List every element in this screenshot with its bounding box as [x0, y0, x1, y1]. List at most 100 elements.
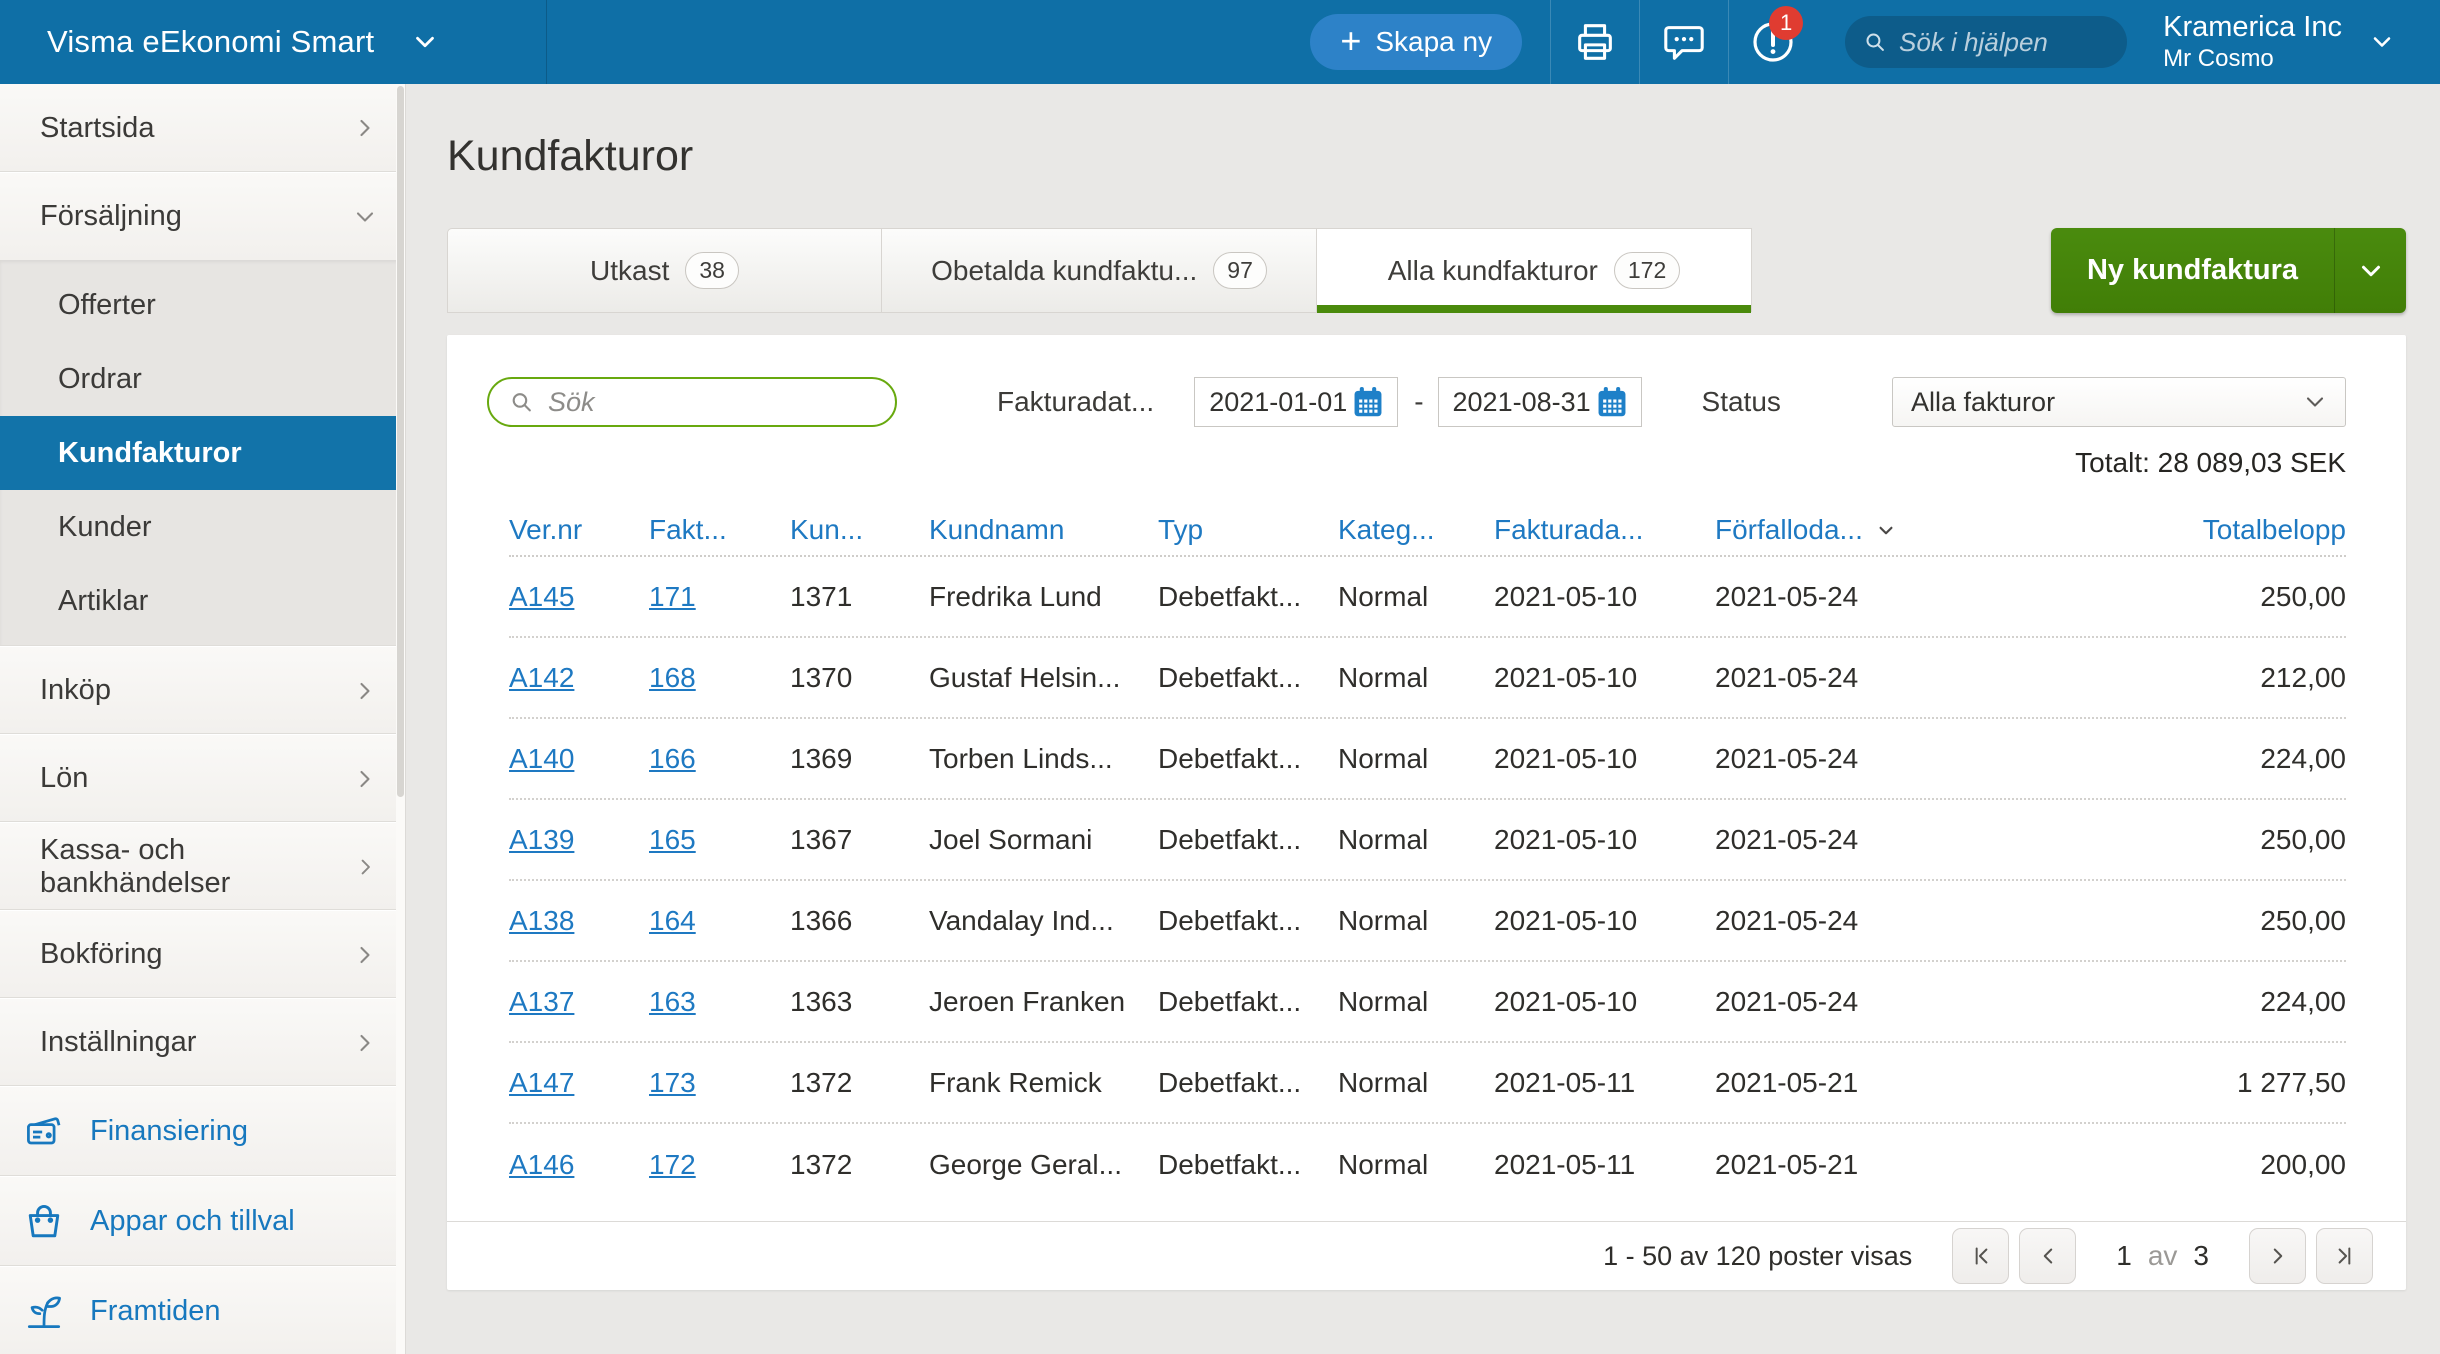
invoice-date: 2021-05-11 — [1494, 1149, 1715, 1181]
total-amount: 224,00 — [1940, 986, 2346, 1018]
table-row[interactable]: A146 172 1372 George Geral... Debetfakt.… — [509, 1124, 2346, 1205]
customer-number: 1369 — [790, 743, 929, 775]
pagination-forward-group — [2249, 1228, 2373, 1284]
verification-link[interactable]: A142 — [509, 662, 649, 694]
invoice-number-link[interactable]: 164 — [649, 905, 790, 937]
sidebar-item-framtiden[interactable]: Framtiden — [0, 1266, 405, 1354]
credit-cards-icon — [22, 1110, 66, 1154]
date-to-calendar-button[interactable] — [1593, 383, 1631, 421]
column-header-kategori[interactable]: Kateg... — [1338, 514, 1494, 546]
verification-link[interactable]: A140 — [509, 743, 649, 775]
date-from-calendar-button[interactable] — [1349, 383, 1387, 421]
sidebar-item-startsida[interactable]: Startsida — [0, 84, 405, 172]
sidebar-item-lon[interactable]: Lön — [0, 734, 405, 822]
app-switcher[interactable]: Visma eEkonomi Smart — [0, 0, 547, 84]
chevron-down-icon — [351, 203, 379, 231]
date-to-input[interactable] — [1453, 387, 1593, 418]
verification-link[interactable]: A138 — [509, 905, 649, 937]
new-invoice-dropdown[interactable] — [2334, 228, 2406, 313]
sidebar-item-forsaljning[interactable]: Försäljning — [0, 172, 405, 260]
sidebar-item-kassa-och-bankhandelser[interactable]: Kassa- och bankhändelser — [0, 822, 405, 910]
sidebar-item-label: Försäljning — [40, 200, 182, 233]
verification-link[interactable]: A147 — [509, 1067, 649, 1099]
invoice-number-link[interactable]: 171 — [649, 581, 790, 613]
table-row[interactable]: A142 168 1370 Gustaf Helsin... Debetfakt… — [509, 638, 2346, 719]
tab-alla-kundfakturor[interactable]: Alla kundfakturor 172 — [1317, 228, 1752, 313]
invoice-number-link[interactable]: 166 — [649, 743, 790, 775]
verification-link[interactable]: A139 — [509, 824, 649, 856]
column-header-vernr[interactable]: Ver.nr — [509, 514, 649, 546]
table-row[interactable]: A147 173 1372 Frank Remick Debetfakt... … — [509, 1043, 2346, 1124]
column-label: Totalbelopp — [2203, 514, 2346, 546]
scrollbar-thumb[interactable] — [397, 86, 404, 797]
column-header-fakturadatum[interactable]: Fakturada... — [1494, 514, 1715, 546]
previous-page-button[interactable] — [2019, 1228, 2076, 1284]
create-new-label: Skapa ny — [1375, 26, 1492, 58]
invoice-number-link[interactable]: 163 — [649, 986, 790, 1018]
print-button[interactable] — [1551, 0, 1639, 84]
help-search-input[interactable] — [1899, 27, 2109, 58]
table-row[interactable]: A140 166 1369 Torben Linds... Debetfakt.… — [509, 719, 2346, 800]
invoice-number-link[interactable]: 168 — [649, 662, 790, 694]
create-new-button[interactable]: + Skapa ny — [1310, 14, 1522, 70]
sidebar-scrollbar[interactable] — [396, 84, 405, 1354]
date-from-input[interactable] — [1209, 387, 1349, 418]
sidebar-item-kundfakturor[interactable]: Kundfakturor — [0, 416, 405, 490]
customer-number: 1372 — [790, 1149, 929, 1181]
table-row[interactable]: A138 164 1366 Vandalay Ind... Debetfakt.… — [509, 881, 2346, 962]
column-label: Kun... — [790, 514, 863, 546]
chevron-right-icon — [2265, 1243, 2291, 1269]
sidebar-item-finansiering[interactable]: Finansiering — [0, 1086, 405, 1176]
column-header-faktnr[interactable]: Fakt... — [649, 514, 790, 546]
table-row[interactable]: A137 163 1363 Jeroen Franken Debetfakt..… — [509, 962, 2346, 1043]
invoice-type: Debetfakt... — [1158, 581, 1338, 613]
sidebar-item-offerter[interactable]: Offerter — [0, 268, 405, 342]
invoice-date: 2021-05-10 — [1494, 662, 1715, 694]
total-amount: 224,00 — [1940, 743, 2346, 775]
first-page-button[interactable] — [1952, 1228, 2009, 1284]
total-amount: 200,00 — [1940, 1149, 2346, 1181]
sidebar-item-artiklar[interactable]: Artiklar — [0, 564, 405, 638]
invoice-category: Normal — [1338, 1067, 1494, 1099]
verification-link[interactable]: A145 — [509, 581, 649, 613]
sidebar-item-inkop[interactable]: Inköp — [0, 646, 405, 734]
filter-row: Fakturadat... — [487, 377, 2346, 427]
sidebar-item-kunder[interactable]: Kunder — [0, 490, 405, 564]
verification-link[interactable]: A146 — [509, 1149, 649, 1181]
notifications-button[interactable]: 1 — [1729, 0, 1817, 84]
account-menu[interactable]: Kramerica Inc Mr Cosmo — [2163, 10, 2396, 74]
due-date: 2021-05-24 — [1715, 905, 1940, 937]
new-invoice-button[interactable]: Ny kundfaktura — [2051, 228, 2406, 313]
tab-count-badge: 38 — [685, 252, 739, 290]
sidebar-item-installningar[interactable]: Inställningar — [0, 998, 405, 1086]
current-page[interactable]: 1 — [2116, 1240, 2132, 1272]
chat-button[interactable] — [1640, 0, 1728, 84]
sidebar-item-appar-och-tillval[interactable]: Appar och tillval — [0, 1176, 405, 1266]
column-header-totalbelopp[interactable]: Totalbelopp — [1940, 514, 2346, 546]
table-search-input[interactable] — [548, 387, 875, 418]
sidebar-item-bokforing[interactable]: Bokföring — [0, 910, 405, 998]
tab-obetalda-kundfakturor[interactable]: Obetalda kundfaktu... 97 — [882, 228, 1317, 313]
sidebar-item-ordrar[interactable]: Ordrar — [0, 342, 405, 416]
tab-utkast[interactable]: Utkast 38 — [447, 228, 882, 313]
topbar-actions: + Skapa ny — [1310, 0, 2440, 84]
invoice-number-link[interactable]: 172 — [649, 1149, 790, 1181]
column-header-kundnr[interactable]: Kun... — [790, 514, 929, 546]
invoice-number-link[interactable]: 165 — [649, 824, 790, 856]
table-row[interactable]: A145 171 1371 Fredrika Lund Debetfakt...… — [509, 557, 2346, 638]
date-range-separator: - — [1414, 386, 1423, 418]
verification-link[interactable]: A137 — [509, 986, 649, 1018]
chevron-down-icon — [2356, 256, 2386, 286]
last-page-button[interactable] — [2316, 1228, 2373, 1284]
invoice-number-link[interactable]: 173 — [649, 1067, 790, 1099]
last-page-icon — [2332, 1243, 2358, 1269]
next-page-button[interactable] — [2249, 1228, 2306, 1284]
invoice-type: Debetfakt... — [1158, 905, 1338, 937]
column-header-forfallodatum[interactable]: Förfalloda... — [1715, 514, 1940, 546]
column-header-kundnamn[interactable]: Kundnamn — [929, 514, 1158, 546]
status-select[interactable]: Alla fakturor — [1892, 377, 2346, 427]
column-header-typ[interactable]: Typ — [1158, 514, 1338, 546]
table-row[interactable]: A139 165 1367 Joel Sormani Debetfakt... … — [509, 800, 2346, 881]
customer-number: 1363 — [790, 986, 929, 1018]
sidebar-submenu-forsaljning: Offerter Ordrar Kundfakturor Kunder Arti… — [0, 260, 405, 646]
